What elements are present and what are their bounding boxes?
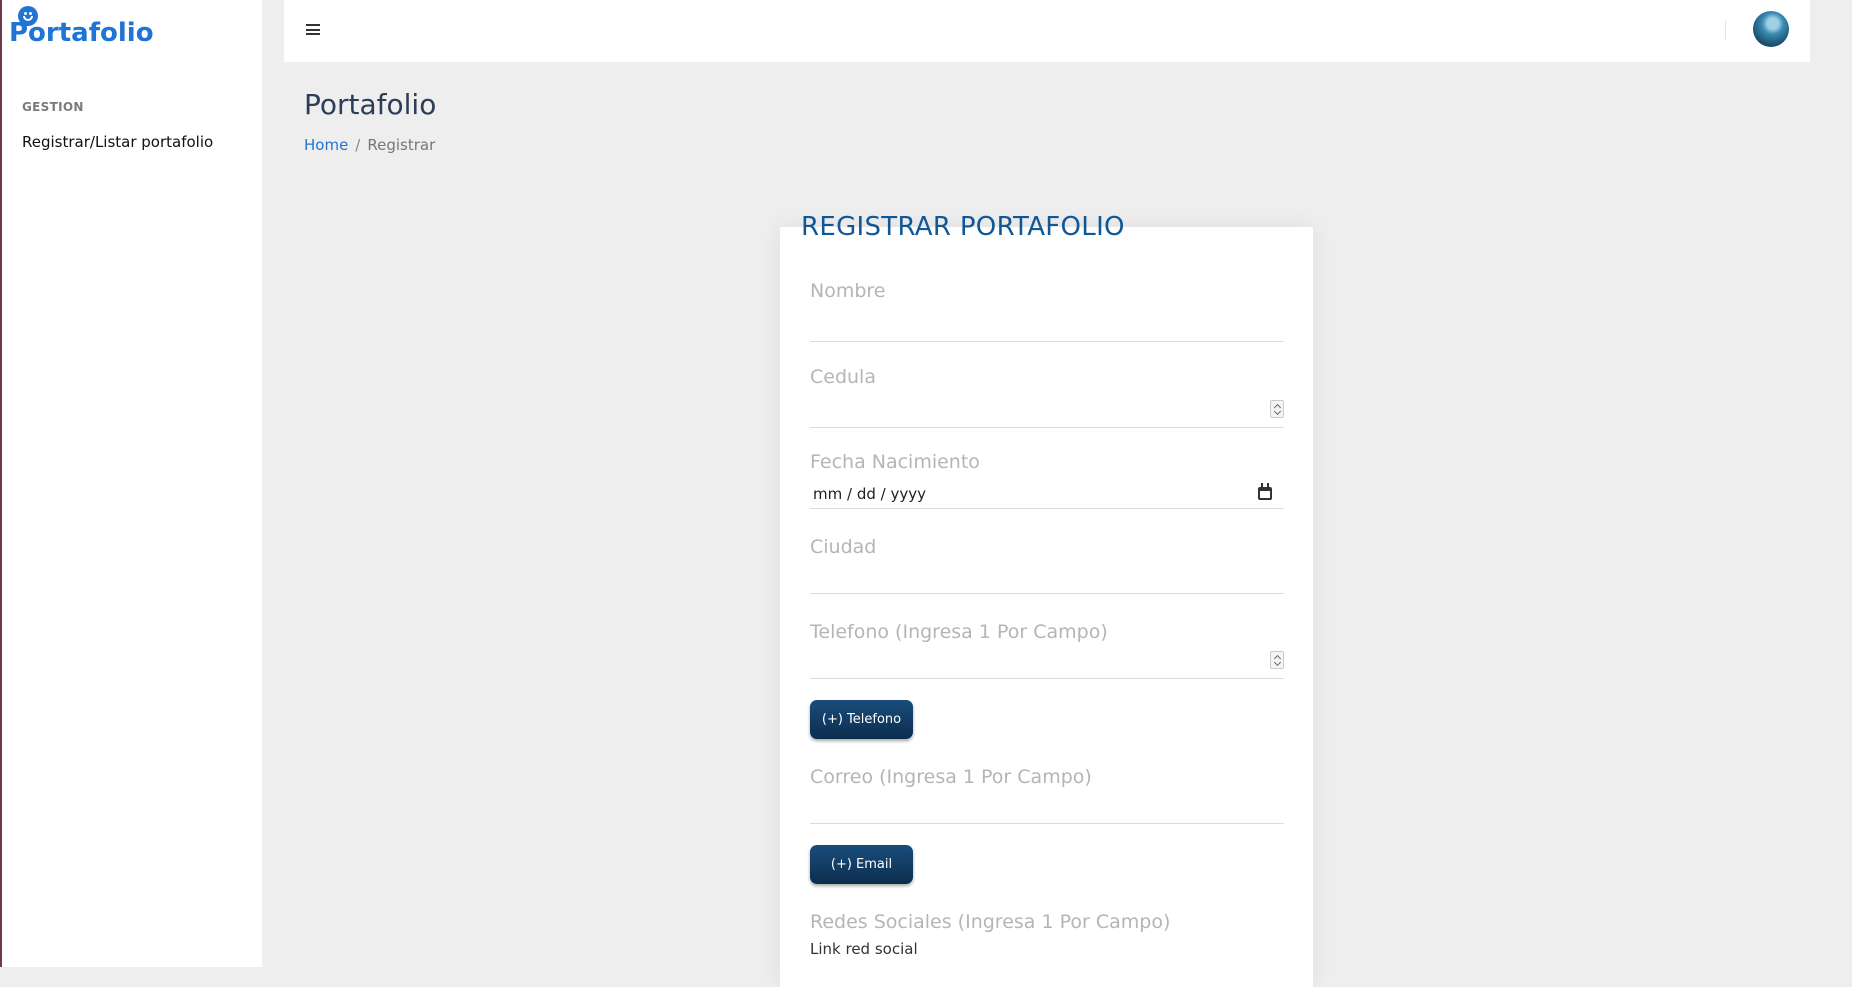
ciudad-underline [810,593,1284,594]
sidebar-section-heading: GESTION [22,100,84,114]
redes-sociales-label: Redes Sociales (Ingresa 1 Por Campo) [810,911,1171,933]
sidebar: Portafolio GESTION Registrar/Listar port… [2,0,262,967]
breadcrumb-separator: / [355,136,361,154]
link-red-social-label: Link red social [810,940,918,958]
add-telefono-button[interactable]: (+) Telefono [810,700,913,739]
calendar-icon[interactable] [1258,483,1272,500]
cedula-underline [810,427,1284,428]
user-avatar[interactable] [1753,11,1789,47]
add-email-button[interactable]: (+) Email [810,845,913,884]
cedula-spinner-icon[interactable] [1270,400,1284,418]
page-title: Portafolio [304,88,437,121]
fecha-nacimiento-label: Fecha Nacimiento [810,451,980,473]
breadcrumb-current: Registrar [367,136,436,154]
form-title: REGISTRAR PORTAFOLIO [801,212,1125,242]
brand-name: Portafolio [9,18,154,48]
ciudad-label: Ciudad [810,536,877,558]
breadcrumb: Home / Registrar [304,136,435,154]
nombre-underline [810,341,1284,342]
breadcrumb-home-link[interactable]: Home [304,136,348,154]
cedula-label: Cedula [810,366,876,388]
date-placeholder: mm / dd / yyyy [813,485,926,503]
nombre-input[interactable] [810,308,1284,338]
ciudad-input[interactable] [810,564,1284,594]
telefono-label: Telefono (Ingresa 1 Por Campo) [810,621,1108,643]
telefono-input[interactable] [810,649,1284,679]
cedula-input[interactable] [810,394,1284,424]
nombre-label: Nombre [810,280,886,302]
sidebar-item-registrar-listar[interactable]: Registrar/Listar portafolio [22,133,213,151]
hamburger-menu-icon[interactable] [306,24,320,35]
top-navbar [284,0,1810,62]
telefono-underline [810,678,1284,679]
correo-input[interactable] [810,794,1284,824]
fecha-nacimiento-input[interactable]: mm / dd / yyyy [810,479,1284,509]
correo-underline [810,823,1284,824]
telefono-spinner-icon[interactable] [1270,651,1284,669]
correo-label: Correo (Ingresa 1 Por Campo) [810,766,1092,788]
fecha-underline [810,508,1284,509]
navbar-divider [1725,20,1726,40]
